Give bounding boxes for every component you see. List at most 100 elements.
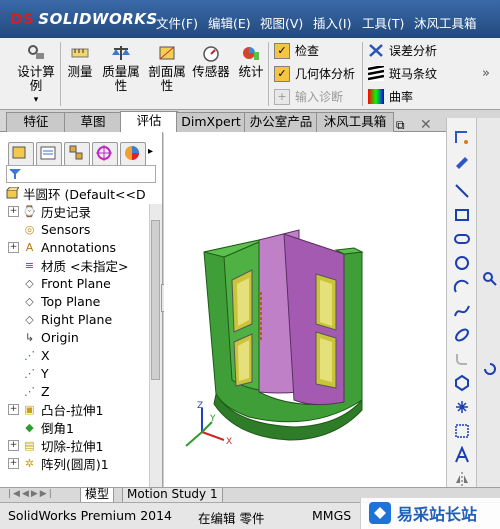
check-icon: ✓ xyxy=(274,42,290,59)
tree-item-label: Front Plane xyxy=(41,275,111,291)
fillet-icon[interactable] xyxy=(451,348,473,370)
tab-motion-study-1[interactable]: Motion Study 1 xyxy=(122,488,223,503)
tree-item[interactable]: + ⌚ 历史记录 xyxy=(8,202,91,220)
tab-sketch[interactable]: 草图 xyxy=(64,112,122,132)
statistics-icon xyxy=(243,47,259,60)
tab-evaluate[interactable]: 评估 xyxy=(120,111,178,133)
zebra-stripes-icon xyxy=(368,66,384,81)
close-window-icon[interactable]: ✕ xyxy=(420,117,432,133)
arc-icon[interactable] xyxy=(451,276,473,298)
curvature-button[interactable]: 曲率 xyxy=(368,88,413,105)
tree-item[interactable]: ◆ 倒角1 xyxy=(8,418,74,436)
geometry-analysis-button[interactable]: ✓ 几何体分析 xyxy=(274,65,355,82)
half-ring-part-model[interactable]: Z X Y xyxy=(164,132,446,487)
menu-file[interactable]: 文件(F) xyxy=(156,13,198,32)
filter-funnel-icon xyxy=(9,169,21,179)
tab-office-products[interactable]: 办公室产品 xyxy=(244,112,318,132)
design-study-button[interactable]: 设计算例 ▾ xyxy=(14,44,58,107)
menu-view[interactable]: 视图(V) xyxy=(260,13,303,32)
command-manager: 设计算例 ▾ 测量 质量属性 剖面属性 传感器 统计 ✓ 检查 ✓ 几何体分析 + 输… xyxy=(0,38,500,110)
statistics-button[interactable]: 统计 xyxy=(236,44,266,79)
tree-item[interactable]: ⋰ X xyxy=(8,346,50,364)
ellipse-icon[interactable] xyxy=(451,324,473,346)
tree-item[interactable]: + ▣ 凸台-拉伸1 xyxy=(8,400,103,418)
tree-item[interactable]: ◎ Sensors xyxy=(8,220,91,238)
measure-button[interactable]: 测量 xyxy=(64,44,96,79)
graphics-area[interactable]: Z X Y xyxy=(164,132,446,487)
circle-icon[interactable] xyxy=(451,252,473,274)
unit-system-label[interactable]: MMGS xyxy=(312,508,351,523)
tree-item[interactable]: ↳ Origin xyxy=(8,328,79,346)
sensor-button[interactable]: 传感器 xyxy=(191,44,231,79)
rotate-icon[interactable] xyxy=(479,358,500,380)
polygon-icon[interactable] xyxy=(451,372,473,394)
line-icon[interactable] xyxy=(451,180,473,202)
tab-model[interactable]: 模型 xyxy=(80,488,115,503)
smart-dimension-icon[interactable] xyxy=(451,126,473,148)
expand-chevron-icon[interactable]: » xyxy=(482,66,490,81)
menu-edit[interactable]: 编辑(E) xyxy=(208,13,251,32)
feature-tree-tab-icon[interactable] xyxy=(8,142,34,166)
tree-item-label: 倒角1 xyxy=(41,420,74,436)
tree-item-label: Y xyxy=(41,365,49,381)
slot-icon[interactable] xyxy=(451,228,473,250)
tree-root-part[interactable]: 半圆环 (Default<<D xyxy=(4,184,146,202)
sketch-tools-toolbar xyxy=(446,118,476,488)
tree-item[interactable]: ≡ 材质 <未指定> xyxy=(8,256,129,274)
zebra-stripes-button[interactable]: 斑马条纹 xyxy=(368,65,437,82)
expand-plus-icon[interactable]: + xyxy=(8,439,19,451)
triad-z-label: Z xyxy=(197,401,203,411)
spline-icon[interactable] xyxy=(451,300,473,322)
measure-icon xyxy=(71,48,89,58)
import-diagnostics-icon: + xyxy=(274,88,290,105)
tree-item[interactable]: ◇ Front Plane xyxy=(8,274,111,292)
dimxpert-manager-tab-icon[interactable] xyxy=(92,142,118,166)
curvature-icon xyxy=(368,89,384,104)
tab-features[interactable]: 特征 xyxy=(6,112,66,132)
text-icon[interactable] xyxy=(451,444,473,466)
menu-mufeng-toolbox[interactable]: 沐风工具箱 xyxy=(414,13,477,32)
separator xyxy=(60,42,61,106)
display-manager-tab-icon[interactable] xyxy=(120,142,146,166)
feature-manager-panel: ▸ 半圆环 (Default<<D + ⌚ 历史记录 ◎ Sensors + A Annota… xyxy=(0,132,163,487)
tree-item-label: Z xyxy=(41,383,50,399)
panel-expand-arrow-icon[interactable]: ▸ xyxy=(148,146,153,157)
tree-item[interactable]: ◇ Right Plane xyxy=(8,310,112,328)
expand-plus-icon[interactable]: + xyxy=(8,241,19,253)
tab-dimxpert[interactable]: DimXpert xyxy=(176,112,246,132)
expand-plus-icon[interactable]: + xyxy=(8,457,19,469)
scrollbar-thumb[interactable] xyxy=(151,220,160,380)
plane-icon: ◇ xyxy=(25,276,34,290)
zoom-icon[interactable] xyxy=(479,268,500,290)
sensor-gauge-icon xyxy=(203,46,219,62)
solidworks-logo[interactable]: DS SOLIDWORKS xyxy=(10,10,158,28)
tree-item[interactable]: + ▤ 切除-拉伸1 xyxy=(8,436,103,454)
grid-icon[interactable] xyxy=(451,420,473,442)
tab-scroll-arrows-icon[interactable]: |◀◀▶▶| xyxy=(8,489,54,499)
menu-insert[interactable]: 插入(I) xyxy=(313,13,351,32)
tree-item[interactable]: + ✲ 阵列(圆周)1 xyxy=(8,454,109,472)
expand-plus-icon[interactable]: + xyxy=(8,205,19,217)
section-properties-button[interactable]: 剖面属性 xyxy=(144,44,190,93)
tree-item[interactable]: + A Annotations xyxy=(8,238,116,256)
menu-tools[interactable]: 工具(T) xyxy=(362,13,404,32)
point-icon[interactable] xyxy=(451,396,473,418)
tab-mufeng-toolbox[interactable]: 沐风工具箱 xyxy=(316,112,394,132)
sketch-icon[interactable] xyxy=(451,150,473,172)
edit-mode-label: 在编辑 零件 xyxy=(198,511,265,526)
import-diagnostics-button[interactable]: + 输入诊断 xyxy=(274,88,343,105)
tree-item[interactable]: ◇ Top Plane xyxy=(8,292,100,310)
tree-item[interactable]: ⋰ Y xyxy=(8,364,49,382)
restore-window-icon[interactable]: ⧉ xyxy=(396,118,405,133)
deviation-analysis-icon xyxy=(369,44,383,57)
deviation-analysis-button[interactable]: 误差分析 xyxy=(368,42,437,59)
property-manager-tab-icon[interactable] xyxy=(36,142,62,166)
mass-properties-button[interactable]: 质量属性 xyxy=(98,44,144,93)
expand-plus-icon[interactable]: + xyxy=(8,403,19,415)
tree-item[interactable]: ⋰ Z xyxy=(8,382,50,400)
check-button[interactable]: ✓ 检查 xyxy=(274,42,319,59)
rectangle-icon[interactable] xyxy=(451,204,473,226)
feature-filter-input[interactable] xyxy=(6,165,156,183)
configuration-manager-tab-icon[interactable] xyxy=(64,142,90,166)
cut-extrude-icon: ▤ xyxy=(24,438,35,452)
